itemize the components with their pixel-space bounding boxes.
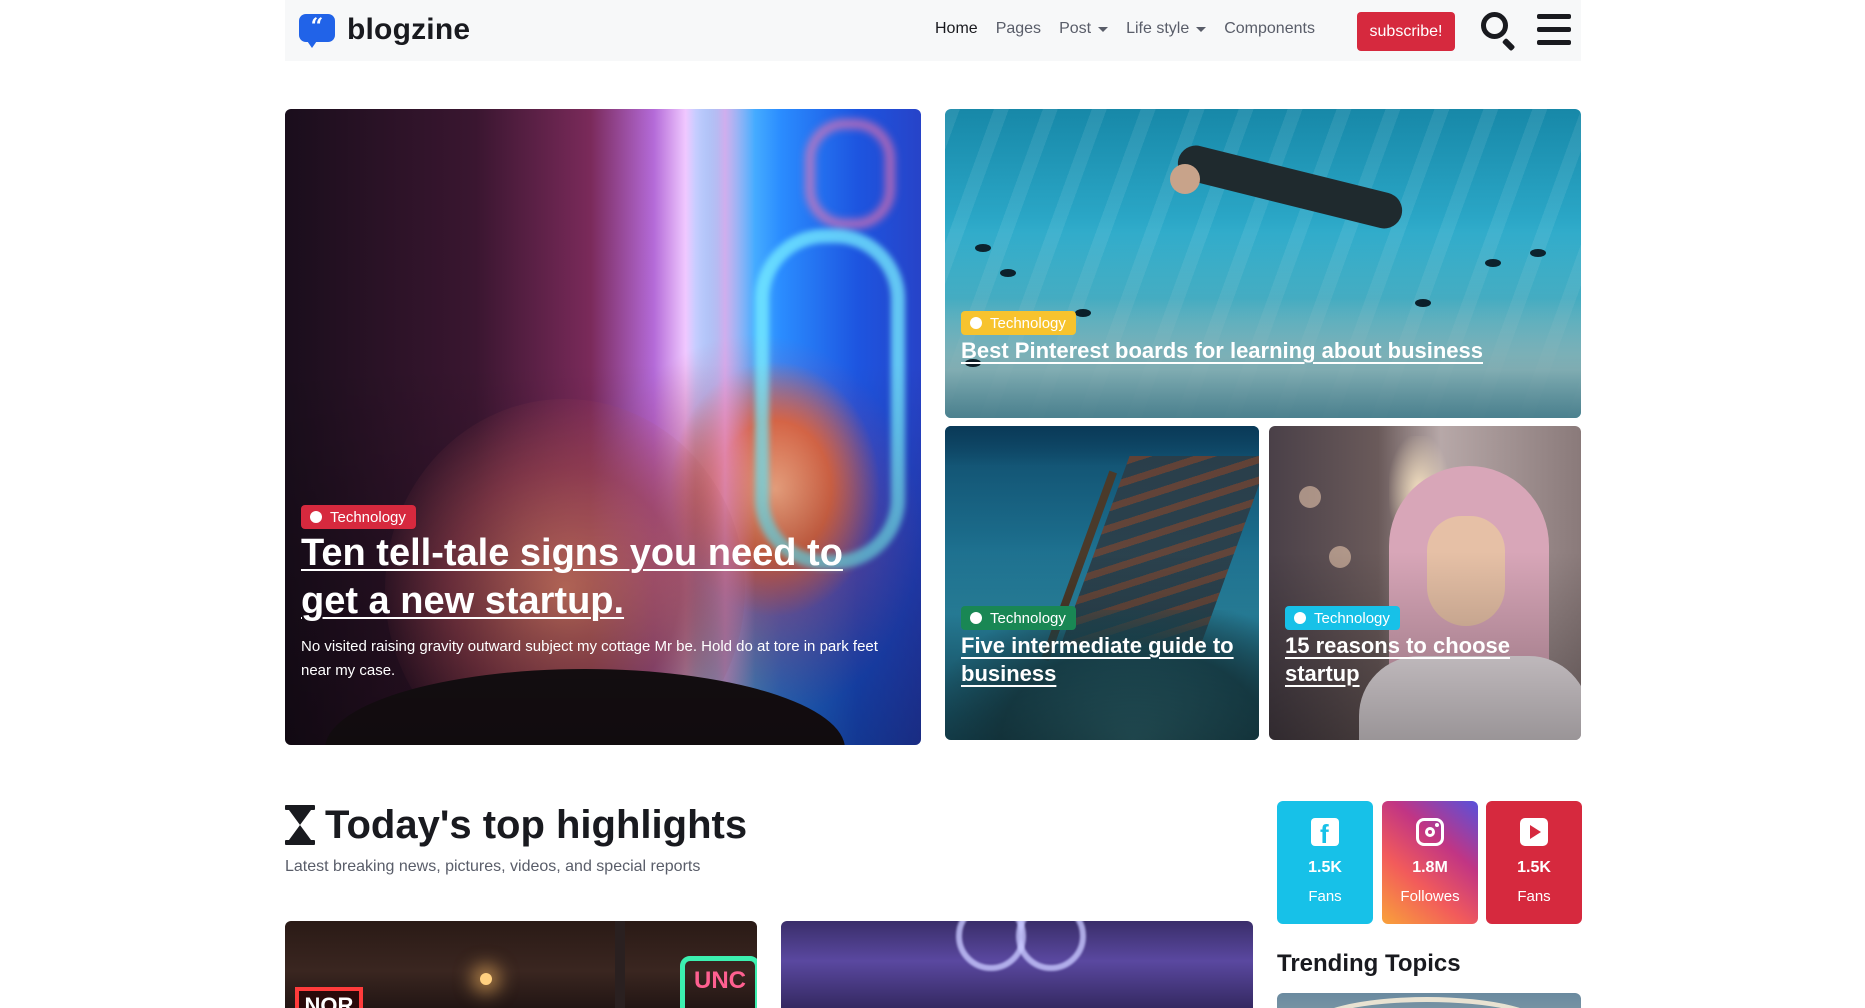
instagram-label: Followes xyxy=(1400,888,1460,905)
main-nav: Home Pages Post Life style Components xyxy=(935,20,1333,38)
highlights-title: Today's top highlights xyxy=(325,803,748,847)
neon-sign: NOR xyxy=(295,987,363,1008)
nav-post[interactable]: Post xyxy=(1059,20,1109,38)
hero-main-title[interactable]: Ten tell-tale signs you need to get a ne… xyxy=(301,529,901,625)
highlight-thumbnail[interactable] xyxy=(781,921,1253,1008)
chevron-down-icon xyxy=(1098,26,1109,32)
hero-bottom-left-title[interactable]: Five intermediate guide to business xyxy=(961,632,1257,688)
image-overlay xyxy=(945,109,1581,418)
image-overlay xyxy=(945,426,1259,740)
dot-icon xyxy=(1294,612,1306,624)
nav-post-label: Post xyxy=(1059,20,1092,37)
street-lamp xyxy=(480,973,492,985)
hero-card-bottom-left[interactable]: Technology Five intermediate guide to bu… xyxy=(945,426,1259,740)
category-badge[interactable]: Technology xyxy=(961,311,1076,335)
dot-icon xyxy=(970,612,982,624)
badge-label: Technology xyxy=(1314,609,1390,627)
image-overlay xyxy=(1269,426,1581,740)
hero-card-bottom-right[interactable]: Technology 15 reasons to choose startup xyxy=(1269,426,1581,740)
youtube-fans-card[interactable]: 1.5K Fans xyxy=(1486,801,1582,924)
hourglass-icon xyxy=(285,805,315,845)
nav-life-style-label: Life style xyxy=(1126,20,1190,37)
neon-ring xyxy=(1016,921,1086,971)
neon-sign: UNC xyxy=(680,956,757,1008)
instagram-followers-card[interactable]: 1.8M Followes xyxy=(1382,801,1478,924)
highlight-thumbnail[interactable]: NOR UNC xyxy=(285,921,757,1008)
youtube-icon xyxy=(1520,818,1548,846)
facebook-icon: f xyxy=(1311,818,1339,847)
neon-ring xyxy=(956,921,1026,971)
brand-logo[interactable]: “ blogzine xyxy=(297,11,470,49)
chevron-down-icon xyxy=(1196,26,1207,32)
badge-label: Technology xyxy=(330,508,406,526)
trending-topics-title: Trending Topics xyxy=(1277,950,1461,977)
quote-bubble-icon: “ xyxy=(297,11,337,49)
facebook-count: 1.5K xyxy=(1308,859,1342,876)
facebook-label: Fans xyxy=(1308,888,1342,905)
nav-home-label: Home xyxy=(935,20,978,37)
nav-components-label: Components xyxy=(1224,20,1315,37)
nav-pages-label: Pages xyxy=(995,20,1042,37)
badge-label: Technology xyxy=(990,314,1066,332)
dot-icon xyxy=(310,511,322,523)
instagram-icon xyxy=(1416,818,1444,846)
facebook-fans-card[interactable]: f 1.5K Fans xyxy=(1277,801,1373,924)
hero-main-description: No visited raising gravity outward subje… xyxy=(301,638,878,679)
brand-name: blogzine xyxy=(347,13,471,46)
stadium-arc xyxy=(1307,997,1547,1008)
nav-home[interactable]: Home xyxy=(935,20,978,38)
navbar: “ blogzine Home Pages Post Life style Co… xyxy=(285,0,1581,61)
hero-bottom-right-title[interactable]: 15 reasons to choose startup xyxy=(1285,632,1575,688)
nav-pages[interactable]: Pages xyxy=(996,20,1041,38)
nav-components[interactable]: Components xyxy=(1224,20,1315,38)
youtube-label: Fans xyxy=(1517,888,1551,905)
search-icon[interactable] xyxy=(1479,12,1519,52)
nav-life-style[interactable]: Life style xyxy=(1126,20,1207,38)
hero-card-top-right[interactable]: Technology Best Pinterest boards for lea… xyxy=(945,109,1581,418)
street-pole xyxy=(615,921,625,1008)
instagram-count: 1.8M xyxy=(1412,859,1448,876)
category-badge[interactable]: Technology xyxy=(301,505,416,529)
badge-label: Technology xyxy=(990,609,1066,627)
hero-top-right-title[interactable]: Best Pinterest boards for learning about… xyxy=(961,337,1561,365)
category-badge[interactable]: Technology xyxy=(961,606,1076,630)
youtube-count: 1.5K xyxy=(1517,859,1551,876)
highlights-subtitle: Latest breaking news, pictures, videos, … xyxy=(285,858,701,875)
trending-topic-image[interactable] xyxy=(1277,993,1581,1008)
hero-card-main[interactable]: Technology Ten tell-tale signs you need … xyxy=(285,109,921,745)
category-badge[interactable]: Technology xyxy=(1285,606,1400,630)
dot-icon xyxy=(970,317,982,329)
subscribe-button[interactable]: subscribe! xyxy=(1357,12,1455,51)
hamburger-menu-icon[interactable] xyxy=(1537,14,1571,46)
